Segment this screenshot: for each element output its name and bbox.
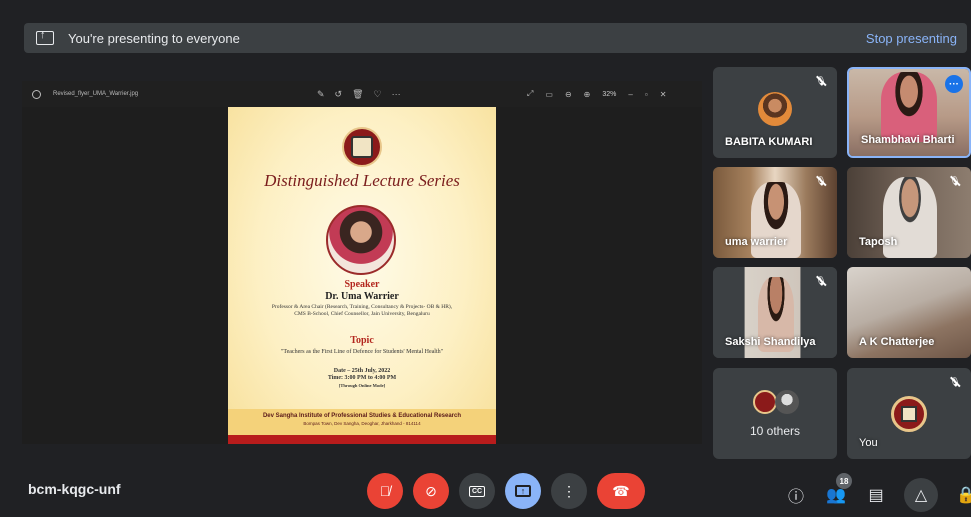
- end-call-button[interactable]: ☎: [597, 473, 645, 509]
- mic-off-icon: [947, 173, 963, 189]
- speaker-photo: [326, 205, 396, 275]
- present-screen-icon: ↑: [515, 485, 531, 497]
- mic-toggle-button[interactable]: 🎙̸: [367, 473, 403, 509]
- participant-tile[interactable]: A K Chatterjee: [847, 267, 971, 358]
- participant-person: [881, 72, 937, 142]
- meeting-info-button[interactable]: ⓘ: [784, 483, 808, 507]
- others-count: 10 others: [749, 424, 801, 438]
- participant-name: A K Chatterjee: [859, 336, 935, 348]
- poster-date-block: Date – 25th July, 2022 Time: 3:00 PM to …: [228, 368, 496, 389]
- minimize-icon[interactable]: –: [628, 90, 632, 99]
- participant-tile[interactable]: Taposh: [847, 167, 971, 258]
- participant-tile[interactable]: uma warrier: [713, 167, 837, 258]
- image-viewer-toolbar: Revised_flyer_UMA_Warrier.jpg ✎ ↺ 🗑 ♡ ··…: [22, 81, 702, 107]
- mic-off-icon: [813, 273, 829, 289]
- rotate-icon[interactable]: ↺: [335, 89, 343, 100]
- self-tile[interactable]: You: [847, 368, 971, 459]
- present-screen-icon: [36, 29, 54, 45]
- participant-name: uma warrier: [725, 236, 788, 248]
- poster-institute: Dev Sangha Institute of Professional Stu…: [262, 413, 462, 419]
- restore-icon[interactable]: ▫: [645, 90, 648, 99]
- more-options-button[interactable]: ⋮: [551, 473, 587, 509]
- presenting-text: You're presenting to everyone: [68, 30, 240, 46]
- host-controls-button[interactable]: 🔒: [954, 483, 971, 507]
- camera-toggle-button[interactable]: ⊘: [413, 473, 449, 509]
- participant-name: Sakshi Shandilya: [725, 336, 816, 348]
- others-avatars: [753, 390, 799, 414]
- captions-icon: CC: [468, 485, 486, 497]
- delete-icon[interactable]: 🗑: [352, 89, 363, 100]
- meeting-code: bcm-kqgc-unf: [28, 481, 121, 497]
- participant-tile[interactable]: Sakshi Shandilya: [713, 267, 837, 358]
- institute-logo: [342, 127, 382, 167]
- chat-button[interactable]: ▤: [864, 483, 888, 507]
- poster-bottom-strip: [228, 435, 496, 444]
- camera-off-icon: ⊘: [425, 482, 437, 499]
- poster-mode: [Through Online Mode]: [338, 383, 386, 388]
- more-vert-icon: ⋮: [562, 482, 576, 499]
- edit-icon[interactable]: ✎: [317, 89, 325, 100]
- hang-up-icon: ☎: [612, 482, 630, 499]
- fit-icon[interactable]: ▭: [545, 90, 553, 99]
- poster-footer: Dev Sangha Institute of Professional Stu…: [228, 409, 496, 435]
- poster-speaker-heading: Speaker: [344, 279, 380, 290]
- poster-topic-heading: Topic: [350, 335, 374, 346]
- side-actions: ⓘ 👥 18 ▤ △ 🔒: [784, 473, 971, 512]
- poster-speaker-name: Dr. Uma Warrier: [325, 291, 399, 302]
- stop-presenting-button[interactable]: Stop presenting: [866, 31, 957, 46]
- participant-avatar: [753, 390, 777, 414]
- poster-topic: "Teachers as the First Line of Defence f…: [280, 349, 444, 355]
- mic-off-icon: [813, 73, 829, 89]
- viewer-right-tools: ⤢ ▭ ⊖ ⊕ 32% – ▫ ✕: [527, 89, 666, 99]
- others-tile[interactable]: 10 others: [713, 368, 837, 459]
- self-avatar: [891, 396, 927, 432]
- expand-icon[interactable]: ⤢: [527, 89, 533, 99]
- mic-off-icon: 🎙̸: [379, 483, 391, 499]
- poster-series-title: Distinguished Lecture Series: [264, 171, 460, 190]
- presenting-banner: You're presenting to everyone Stop prese…: [24, 23, 967, 53]
- participant-avatar: [758, 92, 792, 126]
- favorite-icon[interactable]: ♡: [374, 89, 382, 100]
- participant-count-badge: 18: [836, 473, 852, 489]
- zoom-level: 32%: [602, 90, 617, 98]
- people-button[interactable]: 👥 18: [824, 473, 852, 507]
- participant-tile[interactable]: ··· Shambhavi Bharti: [847, 67, 971, 158]
- viewer-filename: Revised_flyer_UMA_Warrier.jpg: [53, 91, 139, 97]
- participant-name: Taposh: [859, 236, 898, 248]
- chat-icon: ▤: [868, 487, 884, 504]
- participant-avatar: [775, 390, 799, 414]
- poster-speaker-desc: Professor & Area Chair (Research, Traini…: [271, 304, 453, 317]
- call-controls: 🎙̸ ⊘ CC ↑ ⋮ ☎: [367, 473, 645, 509]
- poster-time: Time: 3:00 PM to 4:00 PM: [327, 375, 397, 381]
- participant-tile[interactable]: BABITA KUMARI: [713, 67, 837, 158]
- close-icon[interactable]: ✕: [660, 90, 667, 99]
- mic-off-icon: [947, 374, 963, 390]
- participant-name: Shambhavi Bharti: [861, 134, 955, 146]
- info-icon: ⓘ: [787, 489, 804, 506]
- more-icon[interactable]: ···: [392, 89, 401, 100]
- participant-name: You: [859, 437, 878, 449]
- more-options-icon[interactable]: ···: [945, 75, 963, 93]
- shared-screen: Revised_flyer_UMA_Warrier.jpg ✎ ↺ 🗑 ♡ ··…: [22, 81, 702, 444]
- captions-button[interactable]: CC: [459, 473, 495, 509]
- viewer-mid-tools: ✎ ↺ 🗑 ♡ ···: [317, 89, 401, 100]
- lecture-poster: Distinguished Lecture Series Speaker Dr.…: [228, 107, 496, 444]
- activities-button[interactable]: △: [904, 478, 938, 512]
- lock-person-icon: 🔒: [956, 487, 971, 504]
- zoom-in-icon[interactable]: ⊕: [584, 90, 591, 99]
- poster-address: Bompas Town, Dev Sangha, Deoghar, Jharkh…: [303, 421, 421, 426]
- viewer-app-icon: [32, 89, 41, 99]
- zoom-out-icon[interactable]: ⊖: [565, 90, 572, 99]
- present-button[interactable]: ↑: [505, 473, 541, 509]
- poster-date: Date – 25th July, 2022: [333, 368, 391, 374]
- activities-icon: △: [914, 487, 928, 504]
- mic-off-icon: [813, 173, 829, 189]
- participant-name: BABITA KUMARI: [725, 136, 813, 148]
